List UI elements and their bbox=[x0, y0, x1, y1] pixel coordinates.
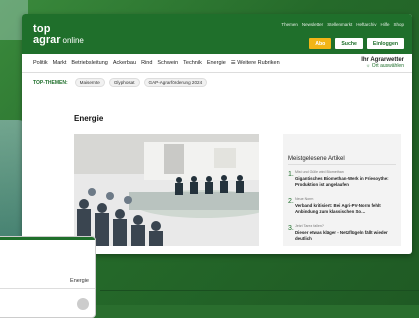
topics-label: TOP-THEMEN: bbox=[33, 79, 68, 86]
top-link-hilfe[interactable]: Hilfe bbox=[380, 22, 389, 27]
window-accent-strip bbox=[0, 237, 95, 240]
article-rank: 3. bbox=[288, 225, 294, 232]
divider bbox=[0, 288, 95, 289]
article-headline[interactable]: Dieser etwas kläger - Netzflügeln fällt … bbox=[295, 230, 395, 241]
weather-location-link[interactable]: ☼ Ort auswählen bbox=[361, 63, 404, 69]
nav-item-politik[interactable]: Politik bbox=[33, 60, 48, 66]
article-headline[interactable]: Gigantisches Biomethan-Werk in Friesoyth… bbox=[295, 176, 395, 187]
section-label[interactable]: Energie bbox=[70, 278, 89, 284]
hero-image[interactable] bbox=[74, 134, 259, 246]
nav-item-ackerbau[interactable]: Ackerbau bbox=[113, 60, 136, 66]
article-rank: 1. bbox=[288, 171, 294, 178]
top-link-themen[interactable]: Themen bbox=[281, 22, 298, 27]
abo-button[interactable]: Abo bbox=[309, 38, 332, 49]
top-link-stellenmarkt[interactable]: Stellenmarkt bbox=[327, 22, 352, 27]
browser-window: top agrar online Themen Newsletter Stelle… bbox=[22, 14, 412, 254]
article-rank: 2. bbox=[288, 198, 294, 205]
nav-item-technik[interactable]: Technik bbox=[183, 60, 202, 66]
site-header: top agrar online Themen Newsletter Stelle… bbox=[22, 14, 412, 54]
secondary-window: Energie bbox=[0, 236, 96, 318]
top-link-shop[interactable]: Shop bbox=[393, 22, 404, 27]
weather-link-text: Ort auswählen bbox=[371, 63, 404, 69]
article-kicker: Neue Norm bbox=[295, 197, 314, 201]
page-title: Energie bbox=[74, 114, 104, 123]
weather-widget[interactable]: Ihr Agrarwetter ☼ Ort auswählen bbox=[361, 57, 404, 69]
logo-text: online bbox=[62, 36, 84, 45]
divider bbox=[100, 290, 419, 291]
article-kicker: Jetzt Tarez fallen? bbox=[295, 224, 324, 228]
main-nav: Politik Markt Betriebsleitung Ackerbau R… bbox=[22, 54, 412, 73]
most-read-title: Meistgelesene Artikel bbox=[288, 156, 345, 162]
top-link-heftarchiv[interactable]: Heftarchiv bbox=[356, 22, 376, 27]
topic-chip[interactable]: GAP-Agrarförderung 2024 bbox=[143, 78, 208, 87]
divider bbox=[288, 164, 396, 165]
nav-item-markt[interactable]: Markt bbox=[53, 60, 67, 66]
header-buttons: Abo Suche Einloggen bbox=[309, 38, 404, 49]
article-kicker: Mist und Gülle wird Biomethan bbox=[295, 170, 344, 174]
nav-item-energie[interactable]: Energie bbox=[207, 60, 226, 66]
article-headline[interactable]: Verband kritisiert: Bei Agri-PV-Norm feh… bbox=[295, 203, 395, 214]
nav-item-weitere-rubriken[interactable]: ☰ Weitere Rubriken bbox=[231, 60, 280, 66]
topic-chip[interactable]: Glyphosat bbox=[108, 78, 140, 87]
logo-text: agrar bbox=[33, 34, 61, 46]
nav-item-rind[interactable]: Rind bbox=[141, 60, 152, 66]
top-topics: TOP-THEMEN: Maisernte Glyphosat GAP-Agra… bbox=[33, 78, 208, 87]
top-links: Themen Newsletter Stellenmarkt Heftarchi… bbox=[281, 22, 404, 27]
login-button[interactable]: Einloggen bbox=[366, 38, 404, 49]
logo-text: top bbox=[33, 23, 51, 35]
topic-chip[interactable]: Maisernte bbox=[74, 78, 105, 87]
top-link-newsletter[interactable]: Newsletter bbox=[302, 22, 323, 27]
nav-item-betriebsleitung[interactable]: Betriebsleitung bbox=[71, 60, 107, 66]
site-logo[interactable]: top agrar online bbox=[33, 23, 84, 46]
nav-items: Politik Markt Betriebsleitung Ackerbau R… bbox=[33, 60, 280, 66]
avatar bbox=[77, 298, 89, 310]
search-button[interactable]: Suche bbox=[335, 38, 363, 49]
hero-photo bbox=[74, 134, 259, 246]
most-read-panel: Meistgelesene Artikel 1. Mist und Gülle … bbox=[283, 134, 401, 246]
nav-item-schwein[interactable]: Schwein bbox=[157, 60, 178, 66]
